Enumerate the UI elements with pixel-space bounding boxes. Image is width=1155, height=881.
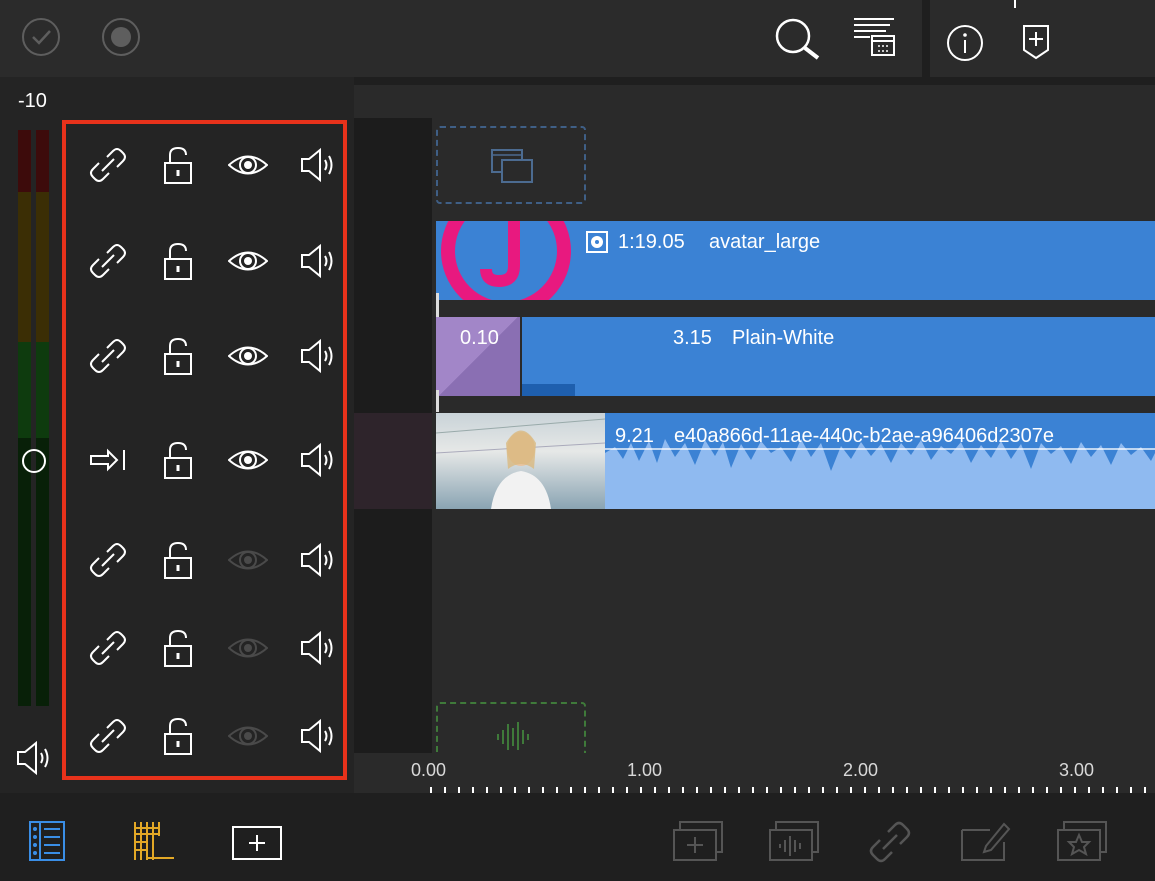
video-clip-name: e40a866d-11ae-440c-b2ae-a96406d2307e xyxy=(674,425,1054,447)
transition-clip[interactable]: 0.10 xyxy=(436,317,520,396)
bottom-toolbar xyxy=(0,800,1155,881)
edit-icon[interactable] xyxy=(960,820,1012,862)
image-clip-icon xyxy=(586,231,608,253)
ruler-tick-0: 0.00 xyxy=(411,760,447,780)
ruler-ticks xyxy=(430,787,1155,793)
track-6-unlock-icon[interactable] xyxy=(158,628,198,668)
clip-badge xyxy=(522,384,575,396)
track-3-speaker-icon[interactable] xyxy=(298,336,338,376)
add-marker-icon[interactable] xyxy=(1022,24,1050,60)
list-calendar-icon[interactable] xyxy=(852,16,896,58)
video-clip-duration: 9.21 xyxy=(615,425,654,447)
top-toolbar xyxy=(0,0,922,77)
track-5-unlock-icon[interactable] xyxy=(158,540,198,580)
info-icon[interactable] xyxy=(946,24,984,62)
search-icon[interactable] xyxy=(772,16,822,60)
track-1-link-icon[interactable] xyxy=(88,145,128,185)
checkmark-icon xyxy=(32,30,51,45)
top-toolbar-right xyxy=(930,0,1155,77)
add-audio-clip-drop-zone[interactable] xyxy=(436,702,586,753)
track-7-link-icon[interactable] xyxy=(88,716,128,756)
track-2-unlock-icon[interactable] xyxy=(158,241,198,281)
track-1-speaker-icon[interactable] xyxy=(298,145,338,185)
track-2-eye-icon[interactable] xyxy=(228,241,268,281)
track-6-speaker-icon[interactable] xyxy=(298,628,338,668)
video-thumbnail xyxy=(435,413,606,509)
ruler-tick-3: 3.00 xyxy=(1059,760,1095,780)
record-button[interactable] xyxy=(102,18,140,56)
add-button[interactable] xyxy=(232,826,282,860)
record-icon xyxy=(111,27,131,47)
add-video-clip-drop-zone[interactable] xyxy=(436,126,586,204)
track-2-speaker-icon[interactable] xyxy=(298,241,338,281)
plain-white-name: Plain-White xyxy=(732,327,835,349)
track-4-unlock-icon[interactable] xyxy=(158,440,198,480)
track-7-eye-icon[interactable] xyxy=(228,716,268,756)
track-5-eye-icon[interactable] xyxy=(228,540,268,580)
track-4-speaker-icon[interactable] xyxy=(298,440,338,480)
avatar-clip-name: avatar_large xyxy=(709,231,821,253)
plain-white-duration: 3.15 xyxy=(673,327,712,349)
track-5-link-icon[interactable] xyxy=(88,540,128,580)
track-6-eye-icon[interactable] xyxy=(228,628,268,668)
clip-plain-white[interactable]: 3.15 Plain-White xyxy=(522,317,1155,396)
track-3-unlock-icon[interactable] xyxy=(158,336,198,376)
track-1-eye-icon[interactable] xyxy=(228,145,268,185)
track-7-unlock-icon[interactable] xyxy=(158,716,198,756)
audio-meter-left xyxy=(18,130,31,706)
track-5-speaker-icon[interactable] xyxy=(298,540,338,580)
add-audio-icon[interactable] xyxy=(768,820,820,862)
film-clip-icon xyxy=(491,149,533,183)
avatar-clip-duration: 1:19.05 xyxy=(618,231,685,253)
tracks-list-icon[interactable] xyxy=(28,820,66,862)
audio-wave-icon xyxy=(497,722,529,750)
track-7-speaker-icon[interactable] xyxy=(298,716,338,756)
audio-meter-right xyxy=(36,130,49,706)
clip-video[interactable]: 9.21 e40a866d-11ae-440c-b2ae-a96406d2307… xyxy=(435,413,1155,509)
transition-duration: 0.10 xyxy=(460,327,499,349)
timeline-ruler[interactable] xyxy=(354,753,1155,793)
volume-knob[interactable] xyxy=(21,448,47,474)
ruler-tick-1: 1.00 xyxy=(627,760,663,780)
audio-mixer-icon[interactable] xyxy=(132,820,176,862)
confirm-button[interactable] xyxy=(22,18,60,56)
add-clip-icon[interactable] xyxy=(672,820,724,862)
track-4-eye-icon[interactable] xyxy=(228,440,268,480)
avatar-thumbnail xyxy=(441,221,571,300)
track-3-link-icon[interactable] xyxy=(88,336,128,376)
clip-edge-marker-2 xyxy=(436,390,439,412)
link-icon[interactable] xyxy=(868,820,912,864)
clip-avatar-large[interactable]: 1:19.05 avatar_large xyxy=(436,221,1155,300)
track-4-arrow-to-end-icon[interactable] xyxy=(88,440,128,480)
ruler-tick-2: 2.00 xyxy=(843,760,879,780)
track-3-eye-icon[interactable] xyxy=(228,336,268,376)
master-speaker-icon[interactable] xyxy=(14,738,54,778)
playhead-marker xyxy=(1014,0,1016,8)
track-2-link-icon[interactable] xyxy=(88,241,128,281)
track-1-unlock-icon[interactable] xyxy=(158,145,198,185)
favorite-icon[interactable] xyxy=(1056,820,1108,862)
meter-db-label: -10 xyxy=(18,90,47,112)
selected-track-header xyxy=(354,413,432,509)
track-6-link-icon[interactable] xyxy=(88,628,128,668)
